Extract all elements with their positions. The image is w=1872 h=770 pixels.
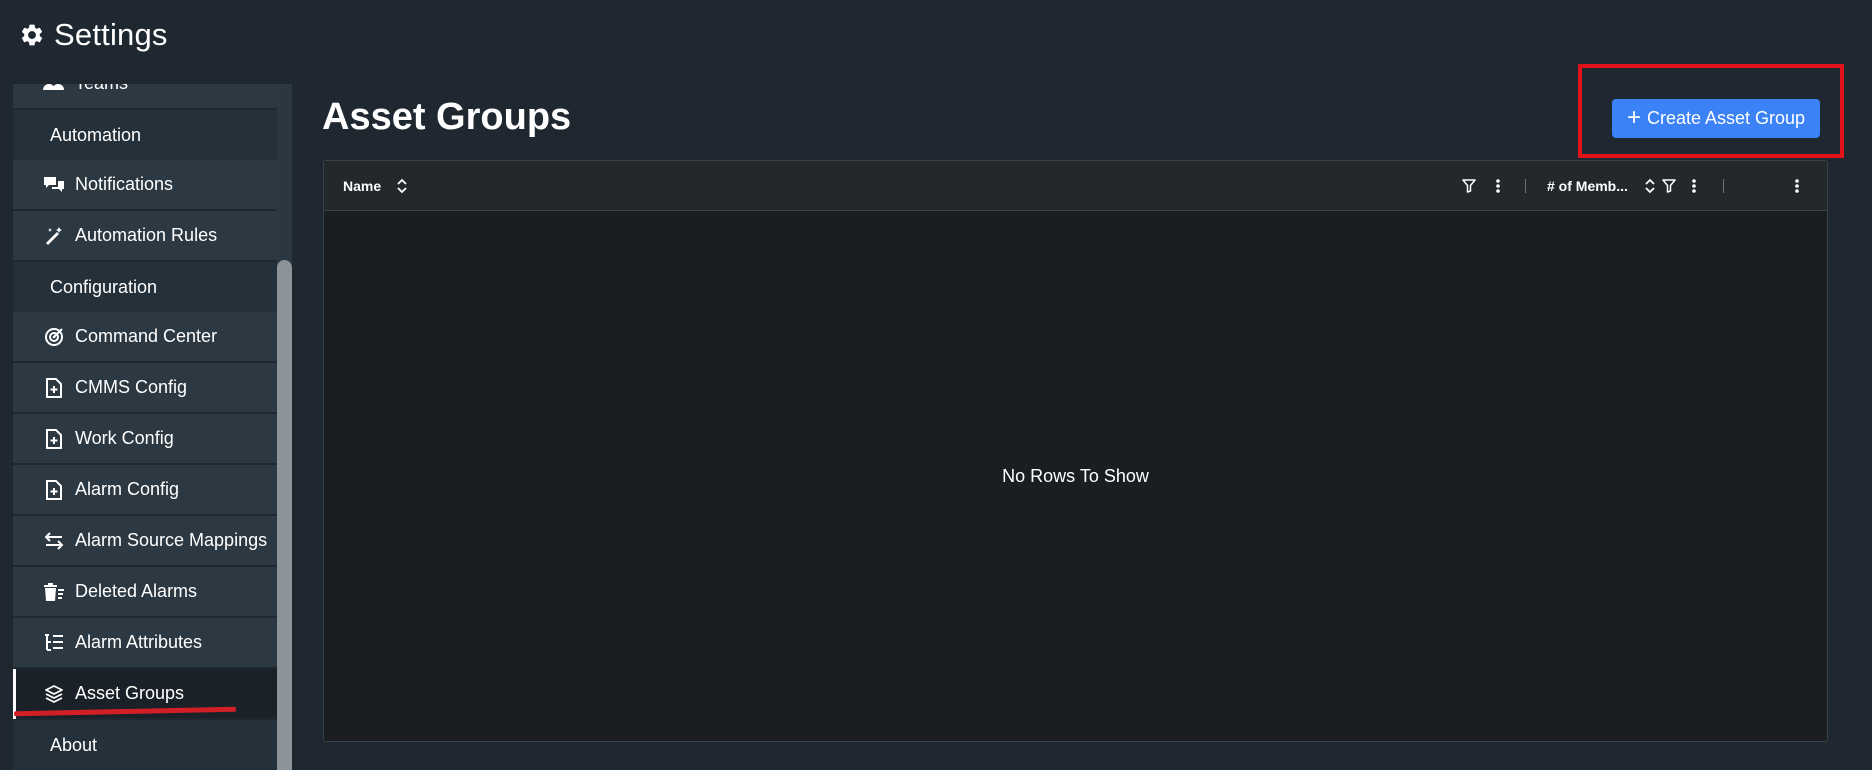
sidebar-item-cmms-config[interactable]: CMMS Config bbox=[13, 363, 277, 413]
column-separator[interactable] bbox=[1723, 179, 1724, 193]
sidebar-item-label: Alarm Config bbox=[75, 479, 180, 499]
sidebar-item-label: Command Center bbox=[75, 326, 218, 346]
sidebar-item-alarm-attributes[interactable]: Alarm Attributes bbox=[13, 618, 277, 668]
sidebar-section-configuration: Configuration bbox=[13, 262, 277, 312]
sidebar-item-label: Teams bbox=[75, 84, 128, 94]
section-label: About bbox=[50, 734, 98, 755]
sidebar-item-alarm-source-mappings[interactable]: Alarm Source Mappings bbox=[13, 516, 277, 566]
sidebar-section-automation: Automation bbox=[13, 110, 277, 160]
grid-header: Name # of Memb... bbox=[324, 161, 1827, 211]
page-header-title: Settings bbox=[54, 17, 168, 52]
column-menu-icon[interactable] bbox=[1789, 177, 1805, 195]
sidebar-item-automation-rules[interactable]: Automation Rules bbox=[13, 211, 277, 261]
layers-icon bbox=[43, 683, 65, 705]
sidebar-item-alarm-config[interactable]: Alarm Config bbox=[13, 465, 277, 515]
chat-bubbles-icon bbox=[43, 174, 65, 196]
column-header-members[interactable]: # of Memb... bbox=[1547, 178, 1628, 194]
annotation-highlight-box bbox=[1578, 64, 1844, 158]
settings-sidebar: Teams Automation Notifications Automatio… bbox=[13, 84, 277, 770]
sidebar-item-label: Automation Rules bbox=[75, 225, 218, 245]
swap-arrows-icon bbox=[43, 530, 65, 552]
column-menu-icon[interactable] bbox=[1686, 177, 1702, 195]
file-plus-icon bbox=[43, 377, 65, 399]
section-label: Configuration bbox=[50, 276, 158, 297]
sidebar-item-label: Asset Groups bbox=[75, 683, 185, 703]
sort-icon[interactable] bbox=[394, 177, 410, 195]
file-plus-icon bbox=[43, 428, 65, 450]
filter-icon[interactable] bbox=[1461, 177, 1477, 195]
file-plus-icon bbox=[43, 479, 65, 501]
section-label: Automation bbox=[50, 124, 142, 145]
filter-icon[interactable] bbox=[1661, 177, 1677, 195]
gear-icon bbox=[19, 22, 45, 48]
sidebar-item-command-center[interactable]: Command Center bbox=[13, 312, 277, 362]
sidebar-item-notifications[interactable]: Notifications bbox=[13, 160, 277, 210]
magic-wand-icon bbox=[43, 225, 65, 247]
asset-groups-grid: Name # of Memb... No Rows To Show bbox=[323, 160, 1828, 742]
sidebar-item-teams[interactable]: Teams bbox=[13, 84, 277, 109]
teams-icon bbox=[43, 84, 65, 95]
target-icon bbox=[43, 326, 65, 348]
sidebar-item-label: Notifications bbox=[75, 174, 174, 194]
column-separator[interactable] bbox=[1525, 179, 1526, 193]
empty-state-message: No Rows To Show bbox=[1002, 466, 1149, 486]
page-title: Asset Groups bbox=[322, 96, 572, 138]
sidebar-item-label: CMMS Config bbox=[75, 377, 188, 397]
trash-list-icon bbox=[43, 581, 65, 603]
column-menu-icon[interactable] bbox=[1490, 177, 1506, 195]
sidebar-item-label: Work Config bbox=[75, 428, 174, 448]
sidebar-section-about[interactable]: About bbox=[13, 720, 277, 770]
sidebar-scrollbar-thumb[interactable] bbox=[277, 260, 292, 770]
sidebar-item-work-config[interactable]: Work Config bbox=[13, 414, 277, 464]
column-header-name[interactable]: Name bbox=[343, 178, 381, 194]
tree-list-icon bbox=[43, 632, 65, 654]
sidebar-item-label: Alarm Source Mappings bbox=[75, 530, 268, 550]
sidebar-item-label: Deleted Alarms bbox=[75, 581, 198, 601]
sidebar-item-label: Alarm Attributes bbox=[75, 632, 203, 652]
sort-icon[interactable] bbox=[1642, 177, 1658, 195]
sidebar-item-deleted-alarms[interactable]: Deleted Alarms bbox=[13, 567, 277, 617]
app-header: Settings bbox=[0, 0, 1872, 70]
